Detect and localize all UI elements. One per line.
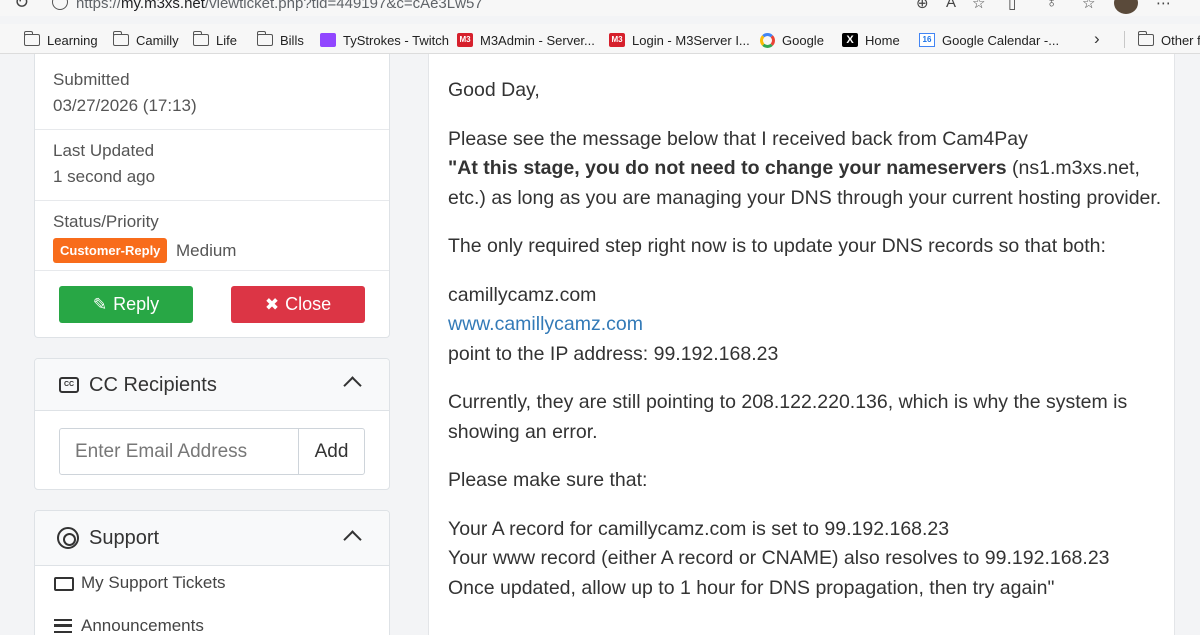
pencil-icon: ✎ xyxy=(92,294,108,314)
status-priority-label: Status/Priority xyxy=(53,212,159,231)
last-updated-label: Last Updated xyxy=(53,141,155,160)
folder-icon xyxy=(112,31,129,46)
favorite-star-icon[interactable]: ☆ xyxy=(972,0,985,12)
submitted-row: Submitted 03/27/2026 (17:13) xyxy=(35,54,389,130)
browser-address-bar: ↻ https://my.m3xs.net/viewticket.php?tid… xyxy=(0,0,1200,16)
folder-icon xyxy=(23,31,40,46)
site-info-icon[interactable] xyxy=(52,0,68,10)
propagation-text: Once updated, allow up to 1 hour for DNS… xyxy=(448,576,1055,599)
submitted-label: Submitted xyxy=(53,70,130,89)
x-icon: X xyxy=(842,33,858,47)
domain-text: camillycamz.com xyxy=(448,283,597,306)
message-domains: camillycamz.com www.camillycamz.com poin… xyxy=(448,281,1163,370)
submitted-value: 03/27/2026 (17:13) xyxy=(53,96,197,115)
ticket-message-body: Good Day, Please see the message below t… xyxy=(448,76,1163,622)
support-title: Support xyxy=(89,527,160,549)
bookmarks-overflow-chevron-icon[interactable]: › xyxy=(1094,29,1100,49)
bookmark-other-favorites[interactable]: Other fa xyxy=(1137,30,1200,50)
message-quote: Please see the message below that I rece… xyxy=(448,125,1163,214)
m3-icon: M3 xyxy=(609,33,625,47)
twitch-icon xyxy=(320,33,336,47)
ticket-icon xyxy=(54,577,74,591)
menu-dots-icon[interactable]: ⋯ xyxy=(1156,0,1171,12)
list-icon xyxy=(54,619,72,633)
bookmarks-divider xyxy=(1124,31,1125,48)
message-currently: Currently, they are still pointing to 20… xyxy=(448,391,1128,443)
cc-icon: CC xyxy=(59,377,79,393)
bookmark-m3admin[interactable]: M3 M3Admin - Server... xyxy=(457,30,595,50)
add-recipient-button[interactable]: Add xyxy=(298,428,365,475)
bookmark-camilly[interactable]: Camilly xyxy=(112,30,179,50)
folder-icon xyxy=(256,31,273,46)
close-ticket-button[interactable]: ✖ Close xyxy=(231,286,365,323)
life-ring-icon xyxy=(57,527,79,549)
google-icon xyxy=(760,32,775,48)
folder-icon xyxy=(192,31,209,46)
status-badge: Customer-Reply xyxy=(53,238,168,263)
domain-link[interactable]: www.camillycamz.com xyxy=(448,310,1163,340)
www-record-text: Your www record (either A record or CNAM… xyxy=(448,547,1110,569)
bookmark-m3server-login[interactable]: M3 Login - M3Server I... xyxy=(609,30,750,50)
m3-icon: M3 xyxy=(457,33,473,47)
folder-icon xyxy=(1137,31,1154,46)
message-quote-text: "At this stage, you do not need to chang… xyxy=(448,157,1162,209)
bookmark-bills[interactable]: Bills xyxy=(256,30,304,50)
menu-item-announcements[interactable]: Announcements xyxy=(35,609,389,635)
message-instructions: Your A record for camillycamz.com is set… xyxy=(448,515,1163,604)
message-intro: Please see the message below that I rece… xyxy=(448,127,1028,150)
extensions-icon[interactable]: ♁ xyxy=(1046,0,1057,11)
cc-recipients-header[interactable]: CC CC Recipients xyxy=(35,359,389,411)
menu-item-my-support-tickets[interactable]: My Support Tickets xyxy=(35,566,389,604)
split-screen-icon[interactable]: ▯ xyxy=(1008,0,1016,12)
last-updated-value: 1 second ago xyxy=(53,167,156,186)
bookmark-twitch[interactable]: TyStrokes - Twitch xyxy=(320,30,449,50)
calendar-icon: 16 xyxy=(919,33,935,47)
favorites-icon[interactable]: ☆ xyxy=(1082,0,1095,12)
message-required-step: The only required step right now is to u… xyxy=(448,235,1106,257)
close-icon: ✖ xyxy=(264,294,280,314)
url-field[interactable]: https://my.m3xs.net/viewticket.php?tid=4… xyxy=(76,0,483,12)
zoom-icon[interactable]: ⊕ xyxy=(916,0,929,12)
chevron-up-icon[interactable] xyxy=(343,530,362,549)
support-header[interactable]: Support xyxy=(35,511,389,566)
bookmark-x-home[interactable]: X Home xyxy=(842,30,900,50)
read-aloud-icon[interactable]: A xyxy=(946,0,956,11)
cc-recipients-title: CC Recipients xyxy=(89,374,217,396)
message-make-sure: Please make sure that: xyxy=(448,469,648,491)
priority-value: Medium xyxy=(176,241,237,260)
cc-recipients-panel: CC CC Recipients Add xyxy=(34,358,390,490)
profile-avatar[interactable] xyxy=(1114,0,1138,14)
ticket-message-panel: Good Day, Please see the message below t… xyxy=(428,54,1175,635)
bookmark-learning[interactable]: Learning xyxy=(23,30,98,50)
message-greeting: Good Day, xyxy=(448,79,540,101)
support-panel: Support My Support Tickets Announcements xyxy=(34,510,390,635)
ip-text: point to the IP address: 99.192.168.23 xyxy=(448,342,779,365)
bookmarks-bar: Learning Camilly Life Bills TyStrokes - … xyxy=(0,24,1200,54)
a-record-text: Your A record for camillycamz.com is set… xyxy=(448,517,950,540)
email-field[interactable] xyxy=(59,428,299,475)
bookmark-google[interactable]: Google xyxy=(760,30,824,50)
last-updated-row: Last Updated 1 second ago xyxy=(35,130,389,201)
bookmark-life[interactable]: Life xyxy=(192,30,237,50)
refresh-icon[interactable]: ↻ xyxy=(14,0,29,13)
ticket-info-panel: Submitted 03/27/2026 (17:13) Last Update… xyxy=(34,54,390,338)
bookmark-google-calendar[interactable]: 16 Google Calendar -... xyxy=(919,30,1059,50)
reply-button[interactable]: ✎ Reply xyxy=(59,286,193,323)
chevron-up-icon[interactable] xyxy=(343,376,362,395)
